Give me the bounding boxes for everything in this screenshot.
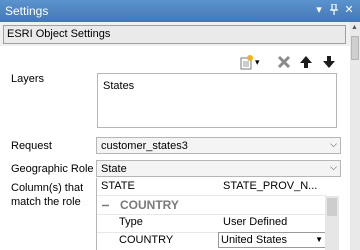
dropdown-arrow-icon[interactable]: ▾ [255, 54, 271, 70]
group-header-country[interactable]: COUNTRY [101, 197, 326, 215]
layers-list[interactable]: States [97, 73, 337, 128]
grid-scrollbar-thumb[interactable] [327, 198, 337, 216]
delete-icon[interactable] [276, 54, 292, 70]
geographic-role-label: Geographic Role [11, 163, 94, 175]
layers-label: Layers [11, 73, 45, 85]
window-menu-icon[interactable]: ▾ [312, 3, 326, 17]
request-select[interactable]: customer_states3 ⌵ [96, 137, 341, 154]
geographic-role-select[interactable]: State ⌵ [96, 160, 341, 177]
request-value: customer_states3 [101, 140, 188, 152]
country-value: United States [221, 234, 288, 246]
new-layer-icon[interactable] [238, 54, 254, 70]
close-icon[interactable]: ✕ [342, 3, 356, 17]
geographic-role-value: State [101, 163, 127, 175]
chevron-down-icon[interactable]: ▼ [315, 235, 323, 244]
columns-label: Column(s) that match the role [11, 182, 84, 208]
property-name: Type [119, 216, 143, 228]
column-header-state: STATE [101, 180, 135, 192]
layer-item[interactable]: States [103, 80, 134, 92]
country-value-select[interactable]: United States ▼ [218, 232, 326, 248]
column-header-field: STATE_PROV_N... [223, 180, 318, 192]
pin-icon[interactable] [327, 3, 341, 17]
chevron-down-icon[interactable]: ⌵ [330, 139, 337, 150]
chevron-down-icon[interactable]: ⌵ [330, 162, 337, 173]
panel-scrollbar[interactable]: ▲ [350, 22, 360, 250]
property-name: COUNTRY [119, 234, 174, 246]
section-header: ESRI Object Settings [3, 25, 346, 44]
window-title-bar: Settings ▾ ✕ [0, 0, 360, 22]
grid-scrollbar[interactable] [325, 196, 339, 250]
section-title: ESRI Object Settings [7, 28, 111, 40]
request-label: Request [11, 140, 52, 152]
collapse-icon[interactable] [101, 199, 110, 208]
window-title: Settings [5, 4, 49, 18]
scroll-up-icon[interactable]: ▲ [351, 24, 358, 31]
group-name: COUNTRY [120, 198, 179, 212]
scrollbar-thumb[interactable] [351, 36, 359, 60]
move-up-icon[interactable] [298, 54, 314, 70]
row-divider [97, 195, 326, 196]
move-down-icon[interactable] [321, 54, 337, 70]
row-divider [97, 214, 326, 215]
property-value[interactable]: User Defined [223, 216, 323, 228]
